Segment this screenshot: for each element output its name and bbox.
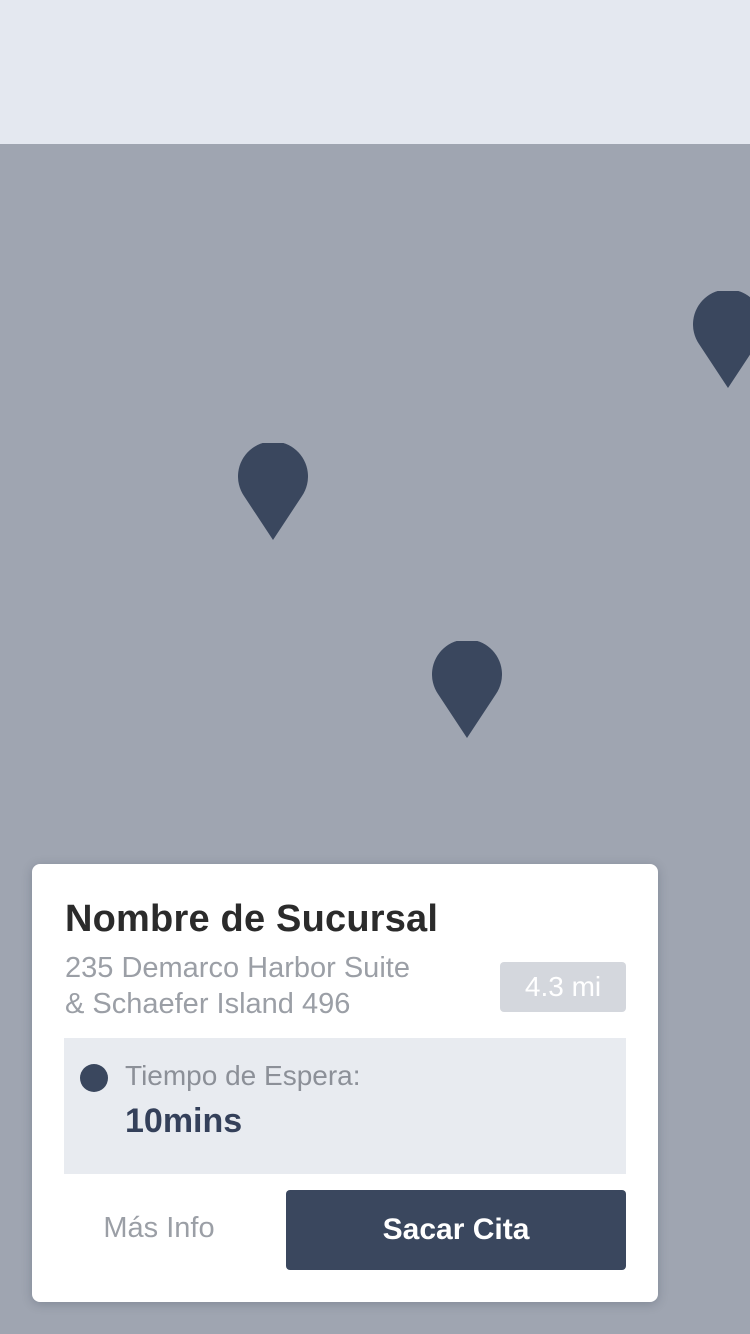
distance-badge: 4.3 mi <box>500 962 626 1012</box>
status-dot-icon <box>80 1064 108 1092</box>
book-appointment-button[interactable]: Sacar Cita <box>286 1190 626 1270</box>
wait-time-label: Tiempo de Espera: <box>125 1060 361 1091</box>
address-line-2: & Schaefer Island 496 <box>65 988 351 1020</box>
map-pin-icon[interactable] <box>238 443 308 541</box>
address-line-1: 235 Demarco Harbor Suite <box>65 952 410 984</box>
top-bar <box>0 0 750 144</box>
branch-address: 235 Demarco Harbor Suite & Schaefer Isla… <box>65 950 465 1022</box>
map-pin-icon[interactable] <box>693 291 750 389</box>
screen: Nombre de Sucursal 235 Demarco Harbor Su… <box>0 0 750 1334</box>
wait-time-box: Tiempo de Espera: 10mins <box>64 1038 626 1174</box>
branch-card: Nombre de Sucursal 235 Demarco Harbor Su… <box>32 864 658 1302</box>
wait-time-value: 10mins <box>125 1102 243 1140</box>
branch-name: Nombre de Sucursal <box>65 898 439 940</box>
more-info-button[interactable]: Más Info <box>64 1190 254 1270</box>
map-pin-icon[interactable] <box>432 641 502 739</box>
